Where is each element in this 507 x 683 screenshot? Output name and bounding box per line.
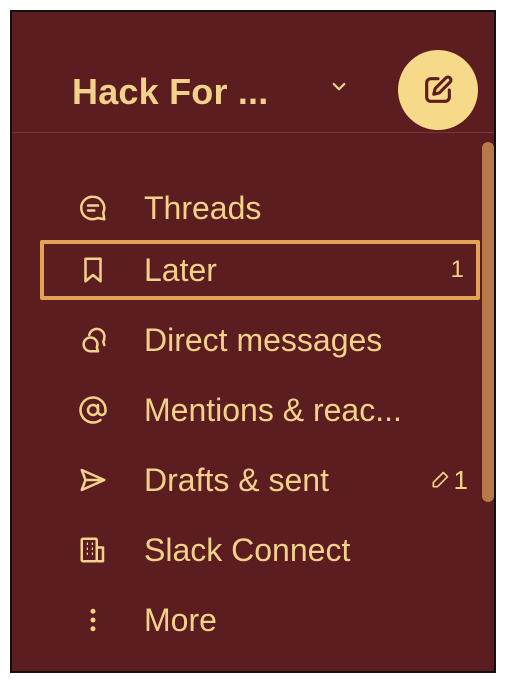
- sidebar-item-label: More: [144, 601, 217, 638]
- sidebar-header: Hack For ...: [12, 12, 494, 133]
- more-icon: [76, 603, 110, 637]
- pencil-icon: [432, 471, 448, 488]
- drafts-count-badge: 1: [430, 465, 468, 496]
- sidebar-item-direct-messages[interactable]: Direct messages: [42, 310, 482, 370]
- building-icon: [76, 533, 110, 567]
- sidebar-item-label: Slack Connect: [144, 531, 351, 568]
- sidebar-item-mentions[interactable]: Mentions & reac...: [42, 380, 482, 440]
- at-icon: [76, 393, 110, 427]
- workspace-name[interactable]: Hack For ...: [72, 74, 268, 110]
- sidebar-item-label: Mentions & reac...: [144, 391, 402, 428]
- sidebar-item-threads[interactable]: Threads: [42, 178, 482, 238]
- direct-messages-icon: [76, 323, 110, 357]
- later-count-badge: 1: [450, 256, 464, 283]
- sidebar-item-drafts[interactable]: Drafts & sent 1: [42, 450, 482, 510]
- send-icon: [76, 463, 110, 497]
- sidebar-item-label: Direct messages: [144, 321, 383, 358]
- compose-button[interactable]: [398, 50, 478, 130]
- drafts-count: 1: [453, 464, 468, 495]
- sidebar-scrollbar[interactable]: [482, 142, 494, 502]
- sidebar-nav: Threads Later 1 Direct messages Mentions…: [12, 134, 494, 671]
- sidebar-item-more[interactable]: More: [42, 590, 482, 650]
- sidebar-item-later[interactable]: Later 1: [42, 240, 482, 300]
- sidebar-panel: Hack For ... Threads Later 1 Direct mess…: [10, 10, 496, 673]
- threads-icon: [76, 191, 110, 225]
- sidebar-item-slack-connect[interactable]: Slack Connect: [42, 520, 482, 580]
- sidebar-item-label: Threads: [144, 189, 262, 226]
- compose-icon: [425, 75, 453, 103]
- sidebar-item-label: Drafts & sent: [144, 461, 329, 498]
- chevron-down-icon[interactable]: [330, 78, 348, 96]
- sidebar-item-label: Later: [144, 251, 217, 288]
- bookmark-icon: [76, 253, 110, 287]
